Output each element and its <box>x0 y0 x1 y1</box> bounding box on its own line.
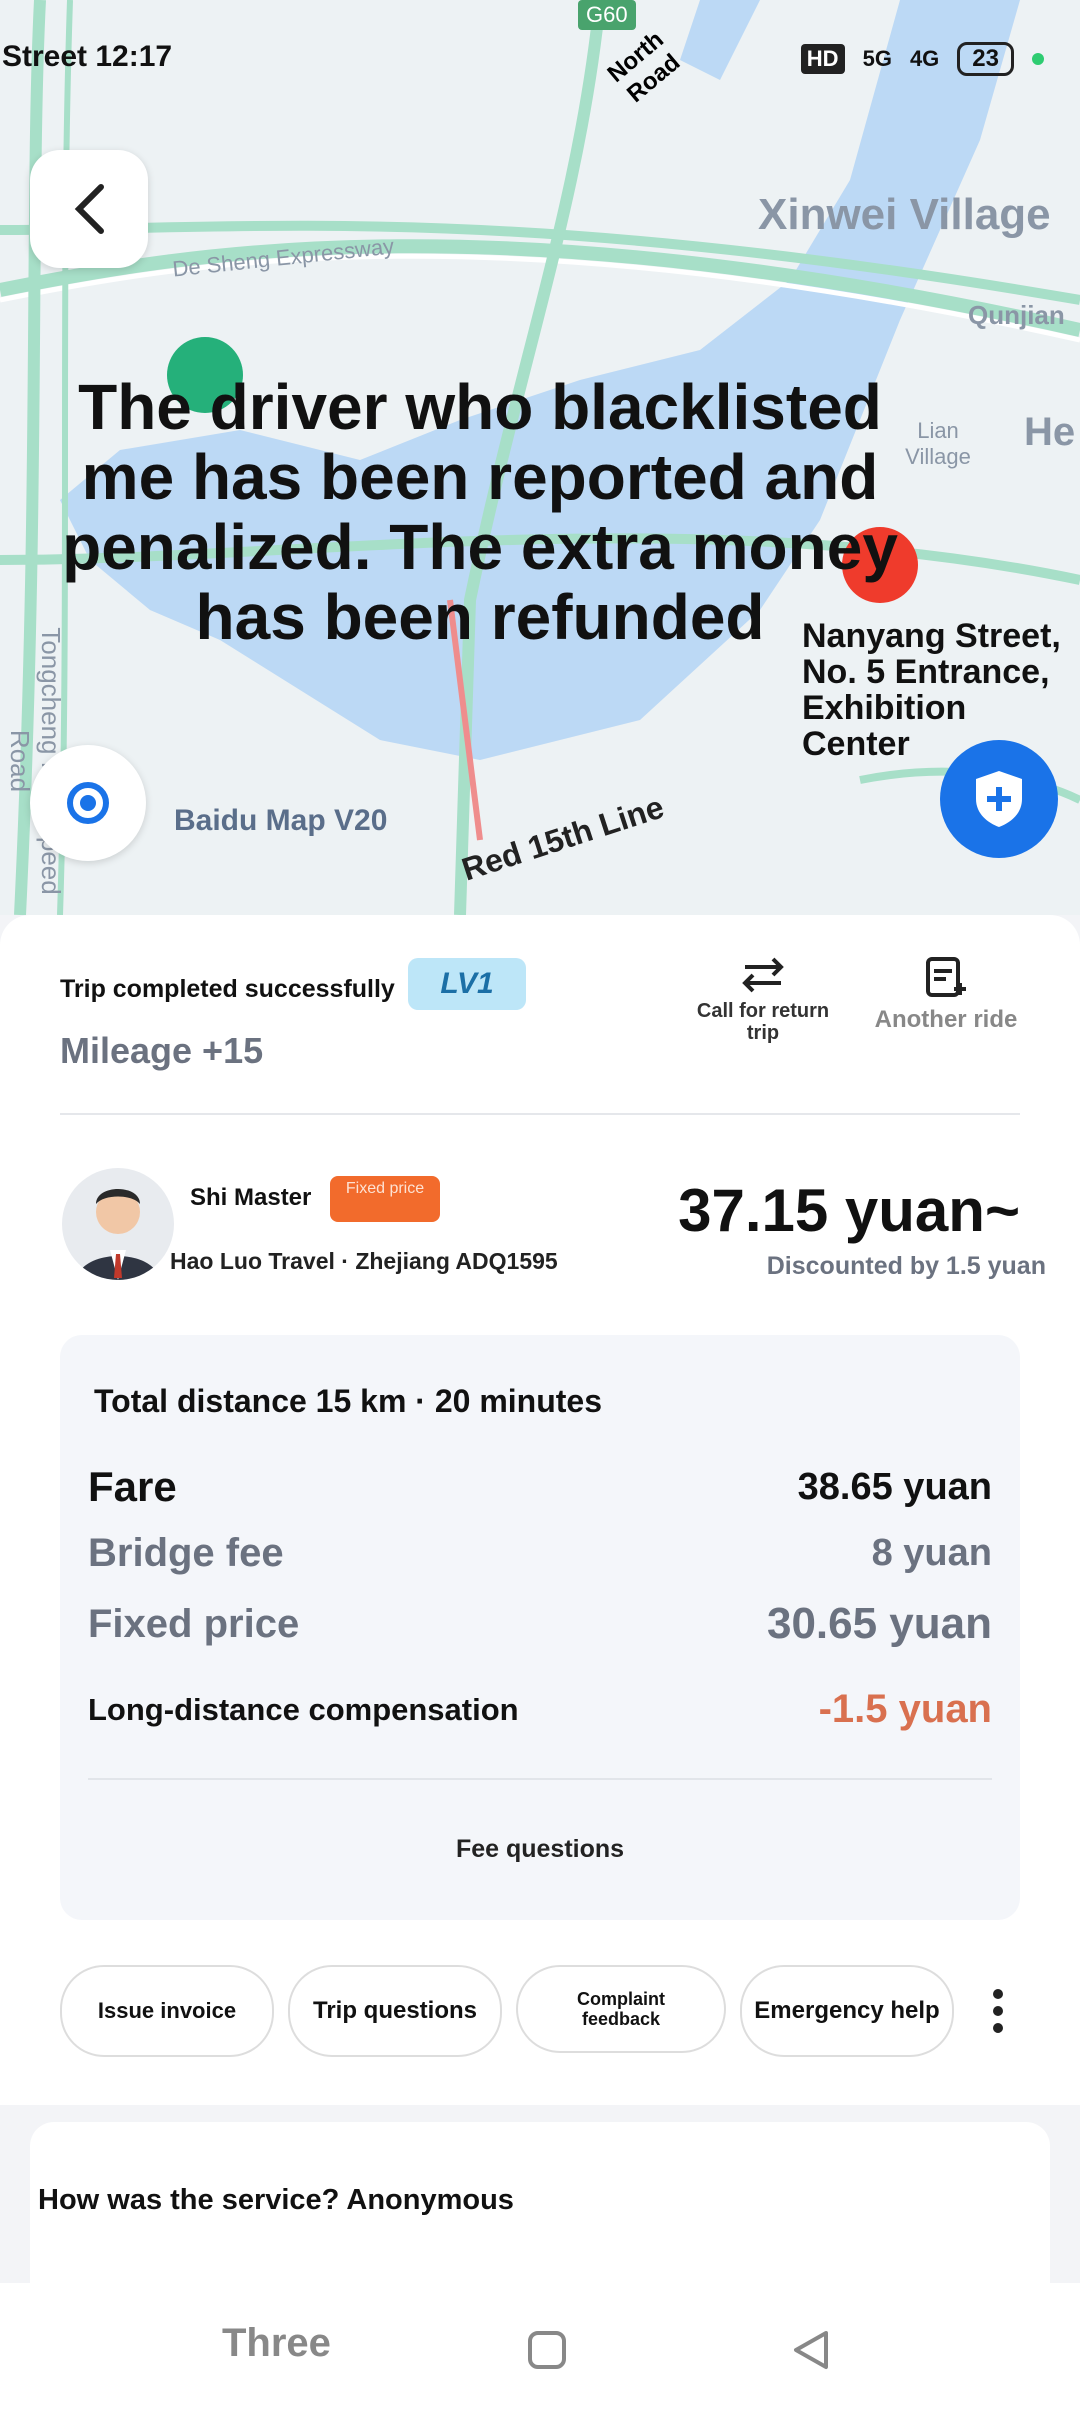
rating-card: How was the service? Anonymous <box>30 2122 1050 2292</box>
driver-company: Hao Luo Travel · Zhejiang ADQ1595 <box>170 1248 558 1274</box>
map-label-qunjian: Qunjian <box>968 300 1065 330</box>
compensation-label: Long-distance compensation <box>88 1691 519 1727</box>
action-buttons: Issue invoice Trip questions Complaint f… <box>60 1965 954 2057</box>
back-triangle-icon[interactable] <box>790 2329 832 2371</box>
status-time: Street 12:17 <box>2 40 173 73</box>
compensation-value: -1.5 yuan <box>818 1687 992 1731</box>
system-nav-bar: Three <box>0 2283 1080 2412</box>
driver-avatar-icon <box>76 1189 160 1280</box>
destination-label: Nanyang Street, No. 5 Entrance, Exhibiti… <box>802 617 1061 763</box>
divider <box>60 1113 1020 1115</box>
bridge-fee-label: Bridge fee <box>88 1531 284 1575</box>
hd-icon: HD <box>800 44 845 74</box>
home-square-icon[interactable] <box>526 2329 568 2371</box>
trip-status: Trip completed successfully <box>60 975 395 1003</box>
map-label-xinwei: Xinwei Village <box>758 190 1051 239</box>
driver-name: Shi Master <box>190 1184 312 1211</box>
swap-arrows-icon <box>742 957 784 993</box>
rating-prompt: How was the service? Anonymous <box>38 2184 514 2216</box>
status-bar: Street 12:17 HD 5G 4G 23 <box>0 36 1080 86</box>
another-ride-label: Another ride <box>874 1006 1018 1033</box>
fixed-price-label: Fixed price <box>88 1601 300 1646</box>
bridge-fee-value: 8 yuan <box>871 1532 992 1574</box>
trip-summary: Total distance 15 km · 20 minutes <box>94 1383 603 1419</box>
safety-button[interactable] <box>940 740 1058 858</box>
fare-label: Fare <box>88 1463 177 1510</box>
nav-menu-button[interactable]: Three <box>222 2321 331 2366</box>
complaint-feedback-button[interactable]: Complaint feedback <box>516 1965 726 2053</box>
chevron-left-icon <box>74 184 104 234</box>
issue-invoice-button[interactable]: Issue invoice <box>60 1965 274 2057</box>
map-label-baidu: Baidu Map V20 <box>174 804 388 837</box>
discount-text: Discounted by 1.5 yuan <box>766 1252 1046 1280</box>
more-vertical-icon <box>993 1989 1003 2033</box>
trip-price: 37.15 yuan~ <box>678 1177 1020 1244</box>
emergency-help-button[interactable]: Emergency help <box>740 1965 954 2057</box>
locate-button[interactable] <box>30 745 146 861</box>
trip-questions-button[interactable]: Trip questions <box>288 1965 502 2057</box>
fee-card: Total distance 15 km · 20 minutes Fare 3… <box>60 1335 1020 1920</box>
return-trip-button[interactable]: Call for return trip <box>688 955 838 1044</box>
shield-plus-icon <box>976 771 1022 827</box>
mileage-text: Mileage +15 <box>60 1030 264 1071</box>
map-label-he: He <box>1024 410 1076 454</box>
avatar <box>62 1168 174 1280</box>
green-dot-icon <box>1032 53 1044 65</box>
another-ride-button[interactable]: Another ride <box>866 955 1026 1034</box>
add-note-icon <box>926 957 966 997</box>
return-trip-label: Call for return trip <box>696 1000 830 1044</box>
map-label-g60: G60 <box>578 0 636 30</box>
fee-divider <box>88 1778 992 1780</box>
fixed-price-tag: Fixed price <box>330 1176 440 1222</box>
locate-icon <box>67 782 109 824</box>
fixed-price-value: 30.65 yuan <box>766 1599 992 1648</box>
fare-value: 38.65 yuan <box>797 1465 992 1508</box>
back-button[interactable] <box>30 150 148 268</box>
more-options-button[interactable] <box>984 1988 1012 2034</box>
fee-questions-link[interactable]: Fee questions <box>60 1835 1020 1864</box>
map-view[interactable]: Street 12:17 HD 5G 4G 23 G60 North Road … <box>0 0 1080 915</box>
overlay-caption: The driver who blacklisted me has been r… <box>62 371 898 653</box>
battery-icon: 23 <box>957 42 1014 76</box>
signal-4g-icon: 4G <box>909 46 940 71</box>
level-badge: LV1 <box>408 958 526 1010</box>
map-label-lian: Lian Village <box>905 418 971 469</box>
signal-5g-icon: 5G <box>862 46 892 71</box>
